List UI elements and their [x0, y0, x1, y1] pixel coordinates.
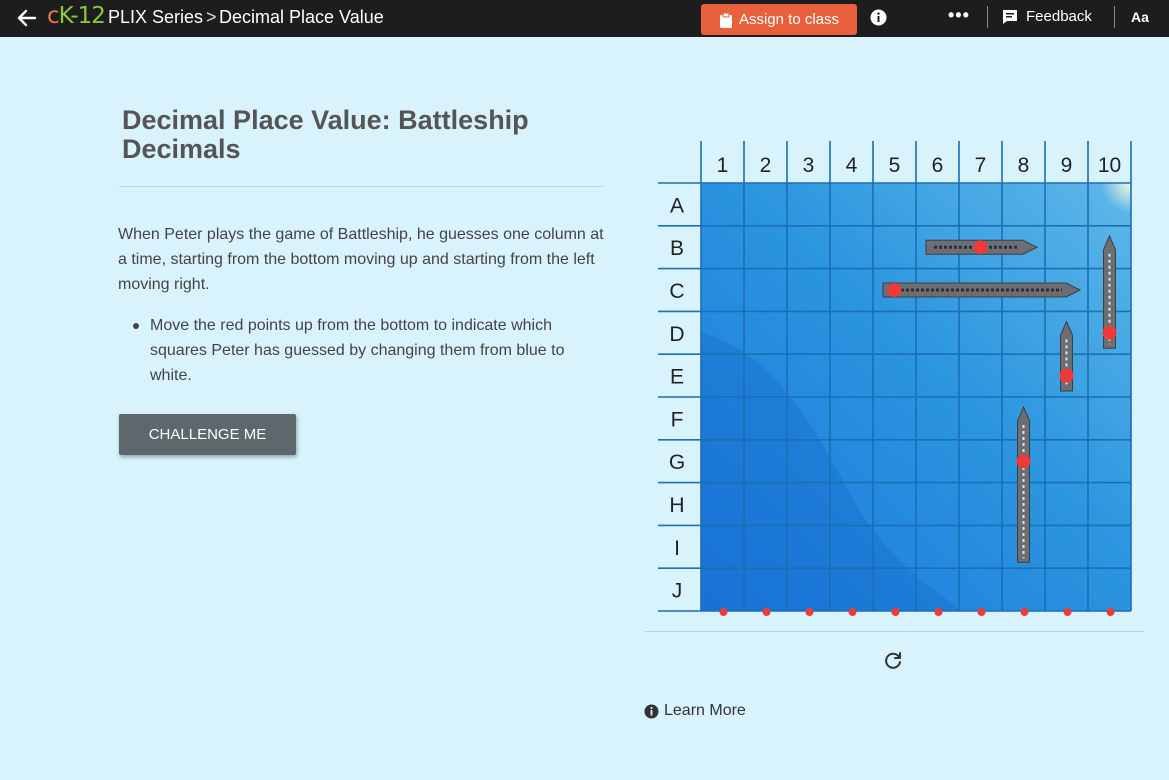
red-marker [1059, 368, 1074, 383]
battleship-grid[interactable]: 1 2 3 4 5 6 7 8 9 10 ABCDEFGHIJ [644, 138, 1144, 618]
more-options-icon[interactable]: ••• [948, 5, 970, 26]
ship-col8 [1017, 405, 1030, 563]
intro-text: When Peter plays the game of Battleship,… [118, 226, 604, 293]
guess-point-handle[interactable] [977, 608, 986, 616]
bullet-icon [133, 323, 139, 329]
feedback-button[interactable]: Feedback [1002, 8, 1092, 25]
divider [987, 6, 988, 28]
guess-point-handle[interactable] [1106, 608, 1115, 616]
assign-label: Assign to class [738, 11, 840, 28]
row-label: H [669, 494, 684, 517]
column-label: 9 [1061, 154, 1073, 177]
back-arrow-icon[interactable] [14, 5, 40, 31]
breadcrumb-series[interactable]: PLIX Series [108, 7, 203, 28]
challenge-me-button[interactable]: CHALLENGE ME [119, 414, 296, 455]
column-label: 7 [975, 154, 987, 177]
row-label: D [669, 323, 684, 346]
ck12-logo[interactable]: cK-12 [47, 3, 106, 29]
title-divider [119, 186, 603, 187]
column-label: 2 [760, 154, 772, 177]
row-label: C [669, 280, 684, 303]
row-label: B [670, 237, 684, 260]
guess-point-handle[interactable] [891, 608, 900, 616]
guess-point-handle[interactable] [719, 608, 728, 616]
refresh-icon[interactable] [882, 650, 904, 672]
row-label: G [669, 451, 685, 474]
feedback-icon [1003, 9, 1017, 24]
row-label: J [672, 580, 683, 603]
column-label: 8 [1018, 154, 1030, 177]
red-marker [887, 283, 902, 297]
top-bar: cK-12 PLIX Series > Decimal Place Value … [0, 0, 1169, 37]
learn-more-link[interactable]: Learn More [644, 702, 746, 720]
row-label: F [671, 408, 684, 431]
guess-point-handle[interactable] [805, 608, 814, 616]
guess-point-handle[interactable] [934, 608, 943, 616]
red-marker [1016, 454, 1031, 469]
feedback-label: Feedback [1026, 8, 1092, 25]
column-label: 3 [803, 154, 815, 177]
column-label: 1 [717, 154, 729, 177]
row-label: E [670, 366, 684, 389]
assign-to-class-button[interactable]: Assign to class [701, 4, 857, 35]
column-label: 10 [1098, 154, 1121, 177]
instruction-bullet: Move the red points up from the bottom t… [150, 317, 565, 384]
divider [1114, 6, 1115, 28]
grid-divider [644, 631, 1144, 632]
info-icon [644, 704, 659, 718]
breadcrumb-title: Decimal Place Value [219, 7, 384, 27]
font-size-button[interactable]: Aa [1131, 9, 1149, 25]
guess-point-handle[interactable] [1063, 608, 1072, 616]
row-label: A [670, 194, 684, 217]
guess-point-handle[interactable] [762, 608, 771, 616]
breadcrumb-separator: > [206, 7, 217, 27]
info-icon[interactable] [870, 9, 887, 26]
guess-point-handle[interactable] [848, 608, 857, 616]
column-label: 4 [846, 154, 858, 177]
learn-more-label: Learn More [664, 702, 746, 719]
guess-point-handle[interactable] [1020, 608, 1029, 616]
clipboard-icon [719, 12, 732, 28]
column-label: 6 [932, 154, 944, 177]
red-marker [1102, 325, 1117, 340]
page-title: Decimal Place Value: Battleship Decimals [122, 105, 529, 164]
red-marker [973, 240, 988, 255]
row-label: I [674, 537, 680, 560]
column-label: 5 [889, 154, 901, 177]
